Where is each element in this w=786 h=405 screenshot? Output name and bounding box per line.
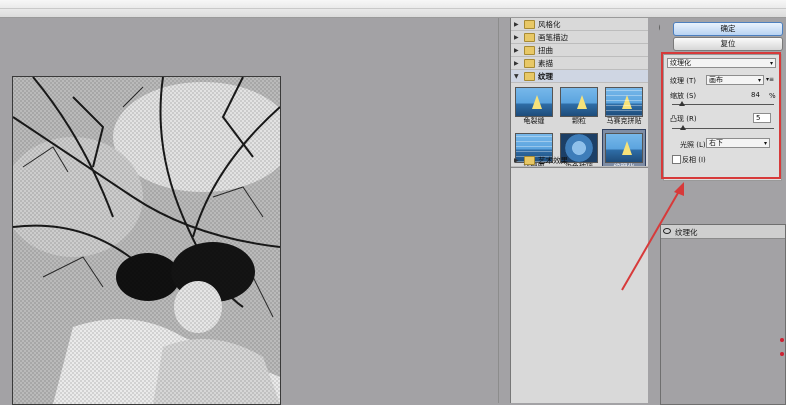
category-distort[interactable]: ▶ 扭曲: [511, 44, 648, 57]
dialog-top-bar: [0, 0, 786, 18]
thumb-grain[interactable]: 颗粒: [558, 84, 600, 128]
gallery-empty-area: [511, 168, 648, 403]
category-stylize[interactable]: ▶ 风格化: [511, 18, 648, 31]
category-sketch[interactable]: ▶ 素描: [511, 57, 648, 70]
folder-icon: [524, 155, 535, 165]
folder-open-icon: [524, 71, 535, 81]
thumbnail-label: 马赛克拼贴: [606, 117, 642, 125]
expand-arrow-icon: ▶: [514, 156, 519, 164]
thumbnail-label: 龟裂缝: [523, 117, 545, 125]
ok-button[interactable]: 确定: [673, 22, 783, 36]
edge-marker: [780, 338, 784, 342]
reset-button[interactable]: 复位: [673, 37, 783, 51]
thumb-mosaic-tiles[interactable]: 马赛克拼贴: [603, 84, 645, 128]
category-artistic[interactable]: ▶ 艺术效果: [511, 154, 648, 167]
category-label: 素描: [538, 58, 553, 68]
thumbnail-image: [605, 87, 643, 117]
category-label: 画笔描边: [538, 32, 568, 42]
preview-image[interactable]: [12, 76, 281, 405]
folder-icon: [524, 32, 535, 42]
collapse-arrow-icon: ▼: [514, 72, 519, 80]
expand-arrow-icon: ▶: [514, 46, 519, 54]
thumbnail-label: 颗粒: [572, 117, 586, 125]
textured-photo: [13, 77, 280, 404]
thumb-craquelure[interactable]: 龟裂缝: [513, 84, 555, 128]
expand-arrow-icon: ▶: [514, 33, 519, 41]
effect-layer-row[interactable]: 纹理化: [661, 225, 785, 239]
expand-arrow-icon: ▶: [514, 59, 519, 67]
params-highlight-box: [661, 52, 781, 179]
category-brush-strokes[interactable]: ▶ 画笔描边: [511, 31, 648, 44]
category-texture[interactable]: ▼ 纹理: [511, 70, 648, 83]
thumbnail-image: [515, 87, 553, 117]
thumbnail-image: [560, 87, 598, 117]
edge-marker: [780, 352, 784, 356]
category-label: 纹理: [538, 71, 553, 81]
category-label: 风格化: [538, 19, 561, 29]
eye-icon[interactable]: [663, 228, 671, 234]
folder-icon: [524, 45, 535, 55]
gallery-gutter: [648, 18, 660, 403]
folder-icon: [524, 19, 535, 29]
filter-gallery: ▶ 风格化 ▶ 画笔描边 ▶ 扭曲 ▶ 素描 ▼ 纹理 龟裂缝 颗粒 马赛克拼贴: [510, 18, 649, 403]
folder-icon: [524, 58, 535, 68]
category-label: 艺术效果: [538, 155, 568, 165]
effect-layer-label: 纹理化: [675, 228, 698, 237]
category-label: 扭曲: [538, 45, 553, 55]
effect-layers-panel: 纹理化: [660, 224, 786, 405]
expand-arrow-icon: ▶: [514, 20, 519, 28]
